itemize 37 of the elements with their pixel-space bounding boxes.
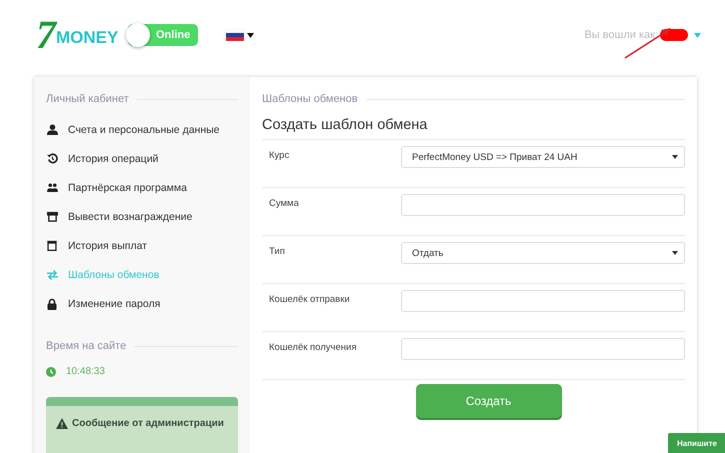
section-title: Личный кабинет [46, 93, 129, 105]
field-label: Тип [269, 245, 286, 259]
clock-icon [46, 366, 56, 376]
logged-in-label: Вы вошли как: [584, 29, 658, 41]
user-icon [46, 124, 58, 135]
field-label: Курс [269, 149, 290, 163]
section-title: Шаблоны обменов [262, 93, 358, 105]
time-on-site: 10:48:33 [66, 366, 105, 377]
sidebar-item[interactable]: История операций [46, 144, 238, 173]
sidebar-item[interactable]: Вывести вознаграждение [46, 202, 238, 231]
sidebar-item[interactable]: Счета и персональные данные [46, 115, 238, 144]
caret-icon[interactable] [672, 155, 678, 159]
field-label: Кошелёк отправки [269, 293, 351, 307]
warning-icon [56, 418, 68, 429]
flag-icon[interactable] [226, 29, 244, 41]
input-field[interactable] [401, 338, 685, 360]
calendar-icon [47, 240, 57, 251]
input-field[interactable] [401, 290, 685, 312]
logo[interactable]: 7MONEY [36, 13, 120, 57]
input-field[interactable] [401, 194, 685, 216]
lock-icon [47, 298, 57, 310]
section-title: Время на сайте [46, 340, 126, 352]
admin-message-title: Сообщение от администрации [72, 418, 224, 429]
form-title: Создать шаблон обмена [262, 117, 428, 133]
sidebar-item[interactable]: Изменение пароля [46, 289, 238, 318]
field-label: Кошелёк получения [269, 341, 358, 355]
select-field[interactable]: PerfectMoney USD => Приват 24 UAH [401, 146, 685, 168]
users-icon [46, 183, 58, 192]
sidebar-item[interactable]: Партнёрская программа [46, 173, 238, 202]
exchange-icon [46, 270, 58, 280]
sidebar-item[interactable]: История выплат [46, 231, 238, 260]
field-label: Сумма [269, 197, 300, 211]
register-icon [46, 211, 58, 222]
history-icon [46, 153, 58, 164]
caret-icon[interactable] [247, 32, 254, 38]
caret-icon[interactable] [672, 251, 678, 255]
select-field[interactable]: Отдать [401, 242, 685, 264]
